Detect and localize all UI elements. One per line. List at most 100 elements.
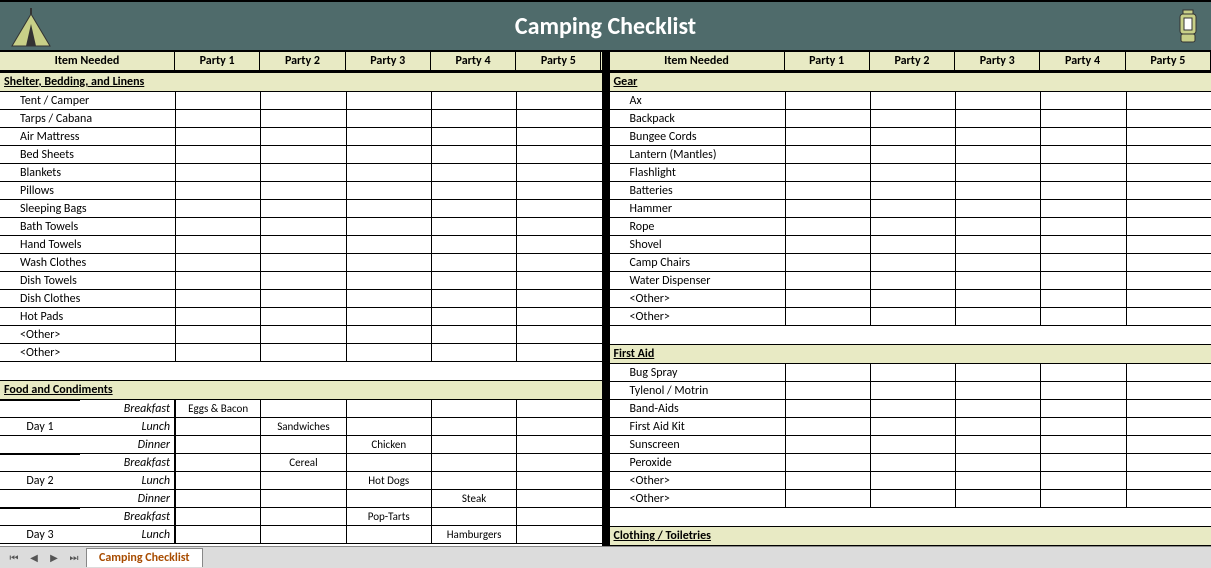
checklist-cell[interactable] <box>870 200 955 217</box>
checklist-cell[interactable] <box>516 182 601 199</box>
checklist-cell[interactable] <box>1126 436 1211 453</box>
checklist-cell[interactable] <box>346 200 431 217</box>
checklist-cell[interactable] <box>516 308 601 325</box>
checklist-cell[interactable] <box>785 254 870 271</box>
checklist-cell[interactable] <box>785 236 870 253</box>
checklist-cell[interactable] <box>1126 110 1211 127</box>
checklist-cell[interactable] <box>175 200 260 217</box>
checklist-cell[interactable] <box>785 182 870 199</box>
checklist-cell[interactable] <box>785 128 870 145</box>
checklist-cell[interactable] <box>1040 436 1125 453</box>
food-cell[interactable] <box>516 508 601 525</box>
checklist-cell[interactable] <box>1126 182 1211 199</box>
checklist-cell[interactable] <box>260 272 345 289</box>
checklist-cell[interactable] <box>1126 418 1211 435</box>
checklist-cell[interactable] <box>870 490 955 507</box>
checklist-cell[interactable] <box>955 290 1040 307</box>
checklist-cell[interactable] <box>1126 272 1211 289</box>
food-cell[interactable] <box>346 418 431 435</box>
food-cell[interactable] <box>516 418 601 435</box>
checklist-cell[interactable] <box>346 344 431 361</box>
checklist-cell[interactable] <box>175 326 260 343</box>
checklist-cell[interactable] <box>516 218 601 235</box>
checklist-cell[interactable] <box>175 254 260 271</box>
checklist-cell[interactable] <box>1126 364 1211 381</box>
checklist-cell[interactable] <box>260 218 345 235</box>
checklist-cell[interactable] <box>870 308 955 325</box>
checklist-cell[interactable] <box>175 218 260 235</box>
checklist-cell[interactable] <box>785 472 870 489</box>
checklist-cell[interactable] <box>955 472 1040 489</box>
checklist-cell[interactable] <box>431 182 516 199</box>
checklist-cell[interactable] <box>955 436 1040 453</box>
checklist-cell[interactable] <box>1040 418 1125 435</box>
checklist-cell[interactable] <box>431 308 516 325</box>
checklist-cell[interactable] <box>346 182 431 199</box>
food-cell[interactable] <box>175 490 260 507</box>
checklist-cell[interactable] <box>870 164 955 181</box>
checklist-cell[interactable] <box>175 236 260 253</box>
food-cell[interactable] <box>516 472 601 489</box>
food-cell[interactable] <box>431 508 516 525</box>
checklist-cell[interactable] <box>1126 146 1211 163</box>
food-cell[interactable]: Chicken <box>346 436 431 453</box>
food-cell[interactable] <box>260 436 345 453</box>
checklist-cell[interactable] <box>1126 472 1211 489</box>
checklist-cell[interactable] <box>955 182 1040 199</box>
checklist-cell[interactable] <box>1040 308 1125 325</box>
tab-nav-first-icon[interactable]: ⏮ <box>6 550 22 566</box>
checklist-cell[interactable] <box>516 254 601 271</box>
checklist-cell[interactable] <box>260 290 345 307</box>
checklist-cell[interactable] <box>870 290 955 307</box>
checklist-cell[interactable] <box>955 218 1040 235</box>
checklist-cell[interactable] <box>175 146 260 163</box>
food-cell[interactable] <box>516 490 601 507</box>
food-cell[interactable] <box>175 418 260 435</box>
checklist-cell[interactable] <box>346 254 431 271</box>
checklist-cell[interactable] <box>870 472 955 489</box>
tab-nav-last-icon[interactable]: ⏭ <box>66 550 82 566</box>
checklist-cell[interactable] <box>955 164 1040 181</box>
food-cell[interactable] <box>516 436 601 453</box>
checklist-cell[interactable] <box>870 454 955 471</box>
food-cell[interactable] <box>431 418 516 435</box>
checklist-cell[interactable] <box>346 290 431 307</box>
checklist-cell[interactable] <box>955 254 1040 271</box>
checklist-cell[interactable] <box>346 326 431 343</box>
checklist-cell[interactable] <box>1126 254 1211 271</box>
checklist-cell[interactable] <box>516 290 601 307</box>
checklist-cell[interactable] <box>346 218 431 235</box>
checklist-cell[interactable] <box>1040 490 1125 507</box>
checklist-cell[interactable] <box>431 272 516 289</box>
checklist-cell[interactable] <box>785 436 870 453</box>
checklist-cell[interactable] <box>1126 308 1211 325</box>
checklist-cell[interactable] <box>1126 92 1211 109</box>
checklist-cell[interactable] <box>785 308 870 325</box>
checklist-cell[interactable] <box>175 308 260 325</box>
checklist-cell[interactable] <box>785 200 870 217</box>
checklist-cell[interactable] <box>516 344 601 361</box>
checklist-cell[interactable] <box>175 182 260 199</box>
checklist-cell[interactable] <box>431 326 516 343</box>
checklist-cell[interactable] <box>260 128 345 145</box>
food-cell[interactable] <box>260 400 345 417</box>
checklist-cell[interactable] <box>175 344 260 361</box>
food-cell[interactable] <box>516 454 601 471</box>
food-cell[interactable] <box>175 454 260 471</box>
checklist-cell[interactable] <box>955 272 1040 289</box>
checklist-cell[interactable] <box>1040 472 1125 489</box>
checklist-cell[interactable] <box>785 92 870 109</box>
checklist-cell[interactable] <box>955 418 1040 435</box>
food-cell[interactable] <box>175 436 260 453</box>
checklist-cell[interactable] <box>431 218 516 235</box>
checklist-cell[interactable] <box>431 344 516 361</box>
checklist-cell[interactable] <box>955 400 1040 417</box>
checklist-cell[interactable] <box>175 164 260 181</box>
checklist-cell[interactable] <box>785 110 870 127</box>
checklist-cell[interactable] <box>346 110 431 127</box>
checklist-cell[interactable] <box>870 364 955 381</box>
checklist-cell[interactable] <box>785 418 870 435</box>
checklist-cell[interactable] <box>955 308 1040 325</box>
checklist-cell[interactable] <box>1040 236 1125 253</box>
checklist-cell[interactable] <box>1040 254 1125 271</box>
